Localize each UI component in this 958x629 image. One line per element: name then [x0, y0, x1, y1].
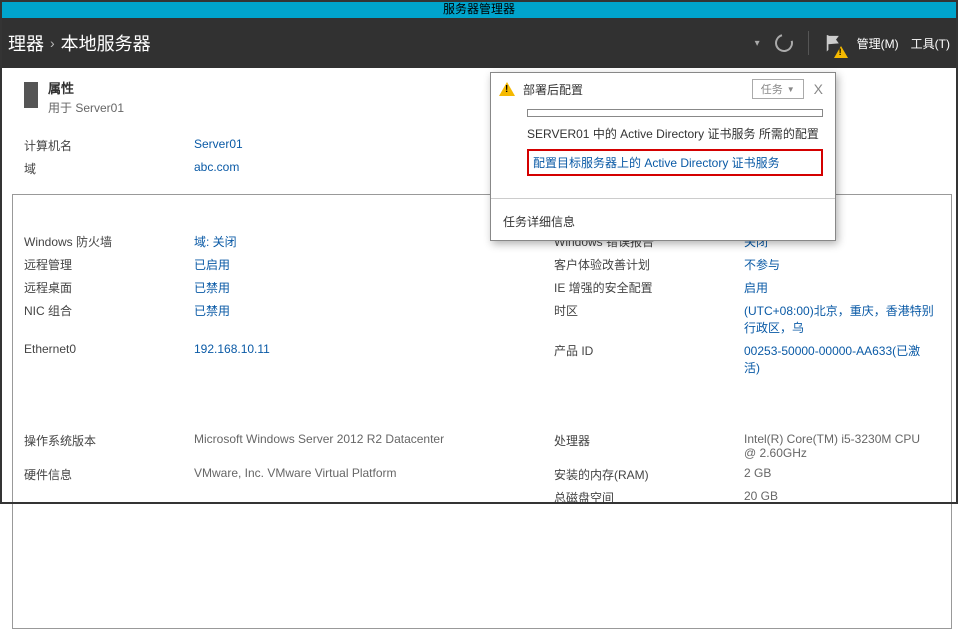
property-value[interactable]: 启用 [744, 276, 934, 299]
property-value: 20 GB [744, 486, 934, 509]
property-row: 硬件信息VMware, Inc. VMware Virtual Platform… [24, 463, 934, 486]
popout-title: 部署后配置 [523, 81, 752, 98]
property-value[interactable]: 已启用 [194, 253, 554, 276]
property-value: Intel(R) Core(TM) i5-3230M CPU @ 2.60GHz [744, 429, 934, 463]
dropdown-caret-icon[interactable]: ▾ [755, 38, 760, 49]
property-label: 总磁盘空间 [554, 486, 744, 509]
property-value[interactable]: 不参与 [744, 253, 934, 276]
property-value[interactable]: 已禁用 [194, 299, 554, 339]
property-label: 客户体验改善计划 [554, 253, 744, 276]
window-titlebar: 服务器管理器 [0, 0, 958, 18]
caret-down-icon: ▼ [787, 85, 795, 94]
property-label: 时区 [554, 299, 744, 339]
notifications-flag-button[interactable] [821, 31, 845, 55]
property-label: Windows 防火墙 [24, 230, 194, 253]
property-row: Ethernet0192.168.10.11产品 ID00253-50000-0… [24, 339, 934, 379]
separator [491, 198, 835, 199]
property-value[interactable]: 00253-50000-00000-AA633(已激活) [744, 339, 934, 379]
property-label: 产品 ID [554, 339, 744, 379]
property-label: IE 增强的安全配置 [554, 276, 744, 299]
progress-bar [527, 109, 823, 117]
property-label: 操作系统版本 [24, 429, 194, 463]
popout-description: SERVER01 中的 Active Directory 证书服务 所需的配置 [527, 125, 823, 143]
property-value[interactable]: (UTC+08:00)北京，重庆，香港特别行政区，乌 [744, 299, 934, 339]
highlighted-action: 配置目标服务器上的 Active Directory 证书服务 [527, 149, 823, 176]
header-bar: 理器 › 本地服务器 ▾ 管理(M) 工具(T) [0, 18, 958, 68]
property-row: 远程管理已启用客户体验改善计划不参与 [24, 253, 934, 276]
property-label: 处理器 [554, 429, 744, 463]
menu-manage[interactable]: 管理(M) [857, 35, 899, 52]
property-label: Ethernet0 [24, 339, 194, 379]
breadcrumb-part1: 理器 [8, 30, 44, 56]
properties-subtitle: 用于 Server01 [48, 99, 124, 116]
task-details-link[interactable]: 任务详细信息 [491, 207, 835, 240]
breadcrumb-chevron-icon: › [50, 35, 55, 51]
property-value[interactable]: 已禁用 [194, 276, 554, 299]
popout-close-button[interactable]: X [810, 81, 827, 97]
property-value: VMware, Inc. VMware Virtual Platform [194, 463, 554, 486]
property-label: 远程桌面 [24, 276, 194, 299]
property-label: 远程管理 [24, 253, 194, 276]
property-value [194, 486, 554, 509]
property-row: NIC 组合已禁用时区(UTC+08:00)北京，重庆，香港特别行政区，乌 [24, 299, 934, 339]
property-row: 操作系统版本Microsoft Windows Server 2012 R2 D… [24, 429, 934, 463]
property-value: 2 GB [744, 463, 934, 486]
property-label: 计算机名 [24, 134, 194, 157]
server-icon [24, 82, 38, 108]
property-label: NIC 组合 [24, 299, 194, 339]
property-value[interactable]: 192.168.10.11 [194, 339, 554, 379]
refresh-button[interactable] [772, 31, 796, 55]
warning-icon [499, 82, 515, 96]
warning-badge-icon [834, 46, 848, 58]
properties-title: 属性 [48, 78, 124, 97]
property-label [24, 486, 194, 509]
property-label: 硬件信息 [24, 463, 194, 486]
tasks-dropdown-button[interactable]: 任务▼ [752, 79, 804, 99]
configure-adcs-link[interactable]: 配置目标服务器上的 Active Directory 证书服务 [533, 156, 780, 170]
property-label: 域 [24, 157, 194, 180]
property-row: 总磁盘空间20 GB [24, 486, 934, 509]
property-value: Microsoft Windows Server 2012 R2 Datacen… [194, 429, 554, 463]
property-label: 安装的内存(RAM) [554, 463, 744, 486]
separator [808, 31, 809, 55]
menu-tools[interactable]: 工具(T) [911, 35, 950, 52]
property-row: 远程桌面已禁用IE 增强的安全配置启用 [24, 276, 934, 299]
breadcrumb-part2[interactable]: 本地服务器 [61, 30, 151, 56]
notification-popout: 部署后配置 任务▼ X SERVER01 中的 Active Directory… [490, 72, 836, 241]
